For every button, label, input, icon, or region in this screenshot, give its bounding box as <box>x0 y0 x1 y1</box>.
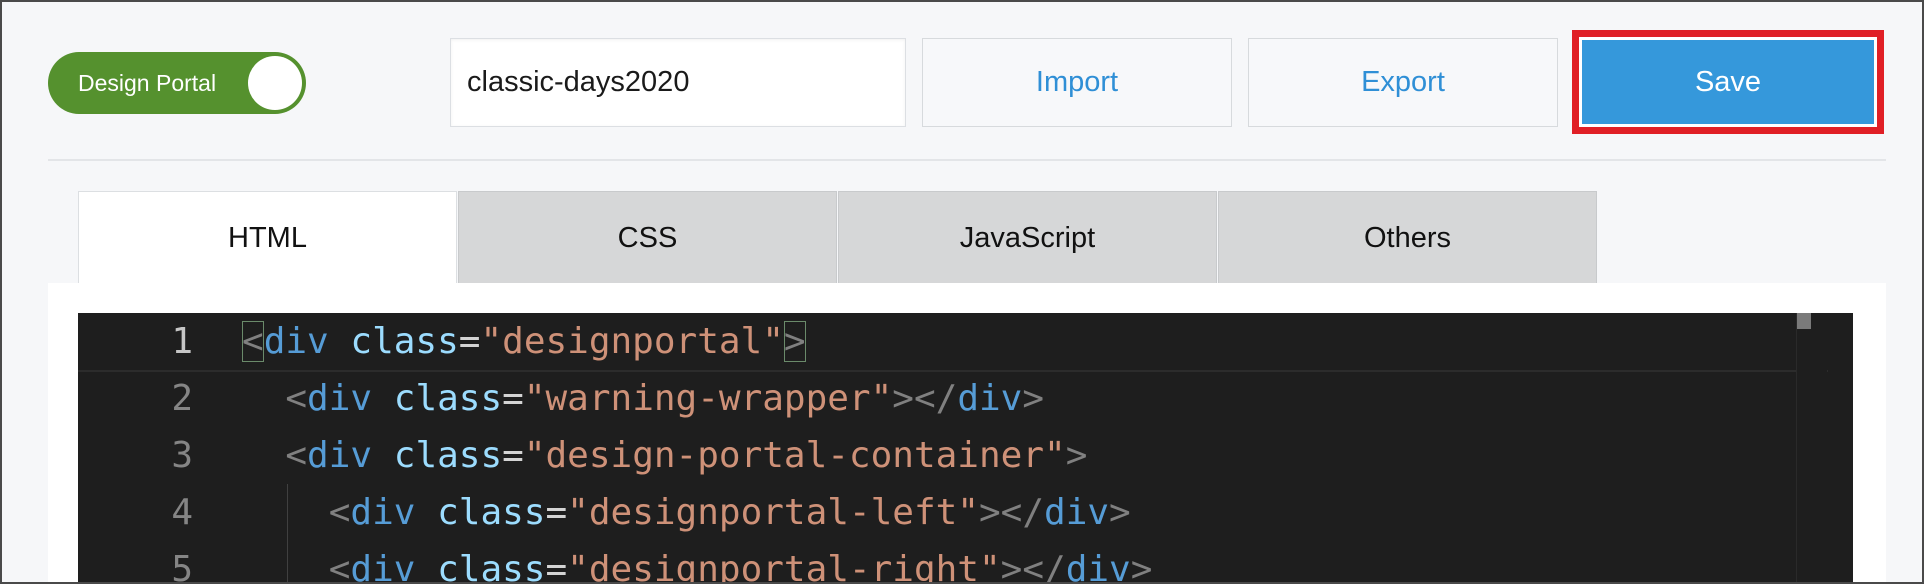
code-token: = <box>458 321 481 362</box>
save-button-label: Save <box>1582 40 1874 124</box>
indent-guide <box>287 484 288 582</box>
code-token: = <box>502 378 524 419</box>
tab-javascript[interactable]: JavaScript <box>838 191 1217 284</box>
code-token: class <box>350 321 459 362</box>
code-token: < <box>328 549 351 584</box>
code-token: div <box>350 492 416 533</box>
code-token: div <box>263 321 329 362</box>
toolbar-divider <box>48 159 1886 161</box>
code-line: 1 <div class="designportal"> <box>78 313 1828 372</box>
code-token: class <box>437 549 546 584</box>
code-token: div <box>1044 492 1110 533</box>
code-token: "warning-wrapper" <box>523 378 893 419</box>
code-token: > <box>1109 492 1131 533</box>
code-text: <div class="designportal-right"></div> <box>242 541 1153 584</box>
code-line: 4 <div class="designportal-left"></div> <box>78 484 1828 541</box>
export-button[interactable]: Export <box>1248 38 1558 127</box>
code-text: <div class="designportal-left"></div> <box>242 484 1131 541</box>
code-line: 2 <div class="warning-wrapper"></div> <box>78 370 1828 427</box>
design-portal-toggle[interactable]: Design Portal <box>48 52 306 114</box>
code-token: > <box>1130 549 1153 584</box>
line-number: 5 <box>171 549 193 584</box>
code-token: "designportal" <box>480 321 784 362</box>
code-token: div <box>1065 549 1131 584</box>
code-token: "designportal-right" <box>567 549 1001 584</box>
code-token: < <box>285 435 308 476</box>
import-button[interactable]: Import <box>922 38 1232 127</box>
code-token: = <box>502 435 524 476</box>
code-token: div <box>307 435 373 476</box>
code-token: div <box>957 378 1023 419</box>
code-token: class <box>393 435 503 476</box>
tab-css[interactable]: CSS <box>458 191 837 284</box>
toggle-knob <box>248 56 302 110</box>
code-token: < <box>328 492 351 533</box>
project-name-input[interactable] <box>450 38 906 127</box>
editor-scrollbar[interactable] <box>1796 313 1827 582</box>
code-editor[interactable]: 5 <div class="designportal-right"></div>… <box>78 313 1853 584</box>
code-token: class <box>437 492 546 533</box>
scrollbar-thumb[interactable] <box>1797 313 1811 329</box>
code-token: < <box>285 378 308 419</box>
code-token: > <box>783 321 806 362</box>
code-token: "designportal-left" <box>567 492 979 533</box>
save-button[interactable]: Save <box>1572 30 1884 134</box>
editor-tabs: HTML CSS JavaScript Others <box>78 191 1597 284</box>
code-line: 5 <div class="designportal-right"></div> <box>78 541 1828 584</box>
line-number: 4 <box>171 492 193 533</box>
code-token: = <box>545 549 568 584</box>
code-text: <div class="designportal"> <box>242 313 806 370</box>
code-token: ></ <box>978 492 1045 533</box>
line-number: 1 <box>171 321 193 362</box>
code-token: ></ <box>1000 549 1066 584</box>
code-token: div <box>350 549 416 584</box>
code-text: <div class="design-portal-container"> <box>242 427 1087 484</box>
code-token: div <box>307 378 373 419</box>
code-token: ></ <box>892 378 958 419</box>
code-token: > <box>1065 435 1088 476</box>
tab-others[interactable]: Others <box>1218 191 1597 284</box>
editor-window: Design Portal Import Export Save HTML CS… <box>0 0 1924 584</box>
line-number: 3 <box>171 435 193 476</box>
line-number: 2 <box>171 378 193 419</box>
code-token: class <box>393 378 503 419</box>
code-token: < <box>242 321 264 362</box>
code-token: > <box>1022 378 1045 419</box>
code-token: "design-portal-container" <box>523 435 1066 476</box>
code-line: 3 <div class="design-portal-container"> <box>78 427 1828 484</box>
code-text: <div class="warning-wrapper"></div> <box>242 370 1044 427</box>
toggle-label: Design Portal <box>78 70 217 96</box>
code-token: = <box>545 492 568 533</box>
tab-html[interactable]: HTML <box>78 191 457 284</box>
